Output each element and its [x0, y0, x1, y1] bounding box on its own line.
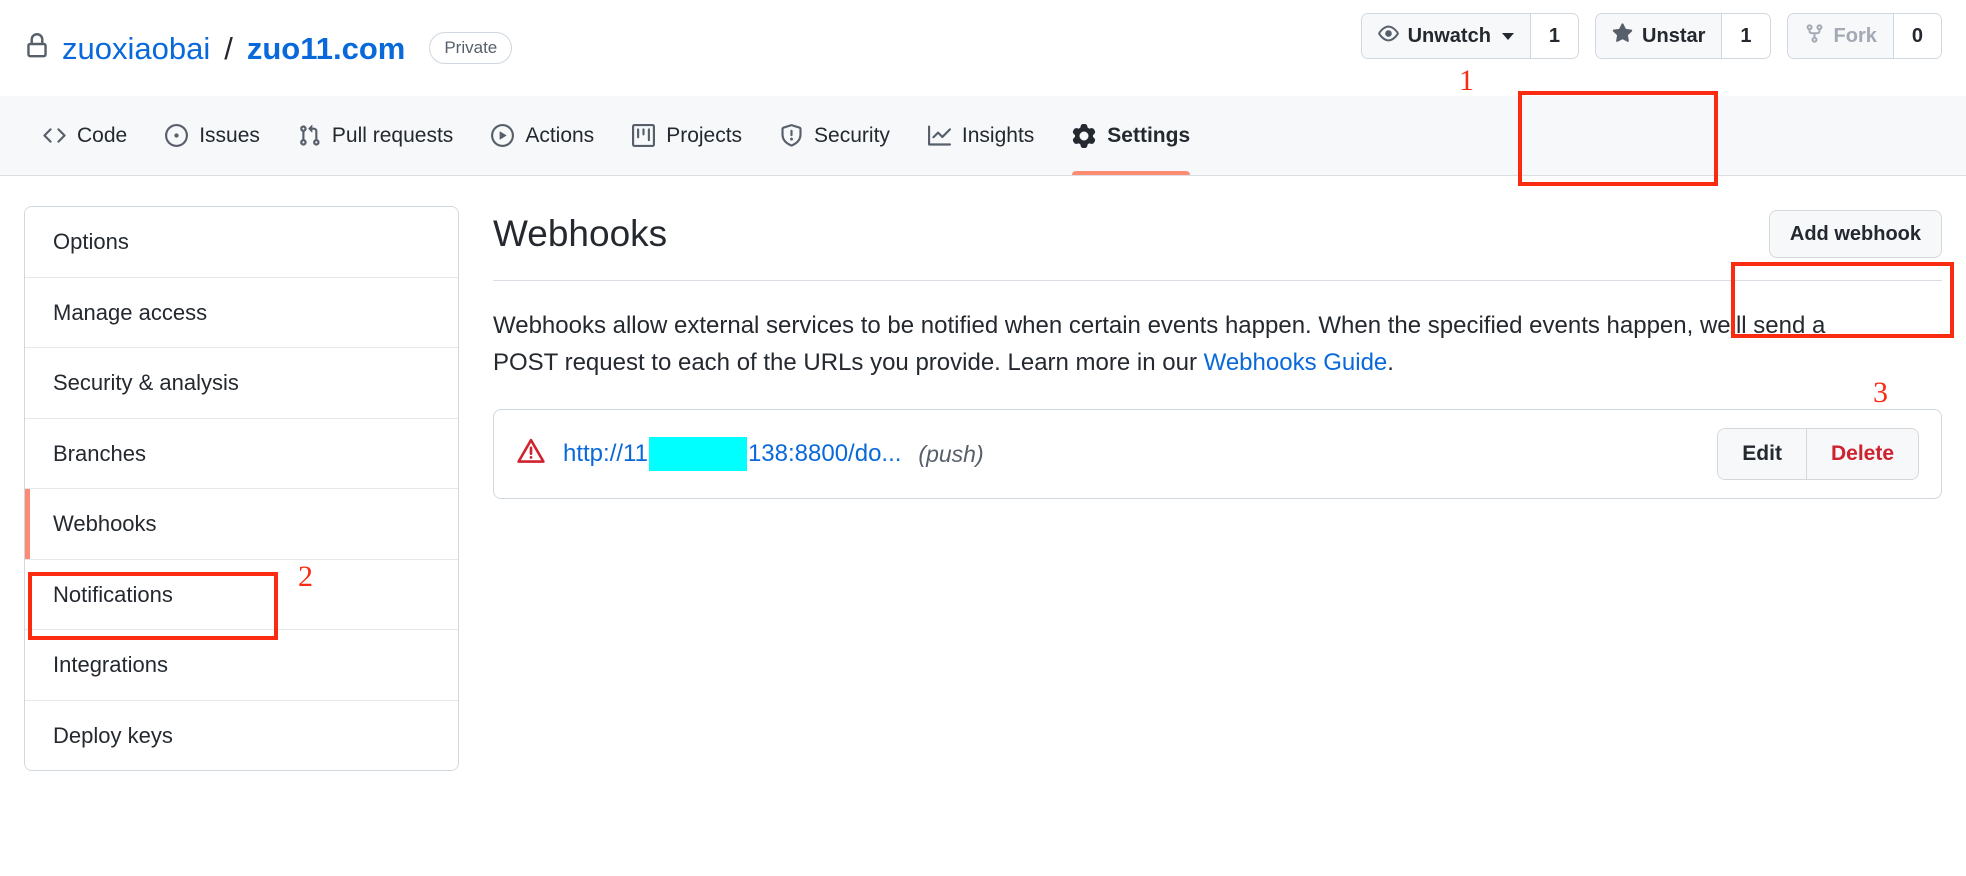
annotation-number-2: 2 [298, 560, 313, 593]
sidebar-item-manage-access[interactable]: Manage access [25, 277, 458, 348]
sidebar-item-deploy-keys[interactable]: Deploy keys [25, 700, 458, 770]
repo-owner-link[interactable]: zuoxiaobai [62, 33, 210, 64]
gear-icon [1072, 123, 1096, 148]
visibility-badge: Private [429, 31, 513, 65]
repo-nav: Code Issues Pull requests Actions Projec [0, 96, 1966, 176]
webhooks-description-tail: . [1387, 349, 1394, 377]
page-body: Options Manage access Security & analysi… [0, 176, 1966, 771]
alert-triangle-icon [516, 436, 546, 473]
fork-button-group[interactable]: Fork 0 [1786, 13, 1942, 59]
webhook-url-prefix: http://11 [563, 440, 648, 468]
sidebar-item-notifications[interactable]: Notifications [25, 559, 458, 630]
nav-tab-actions[interactable]: Actions [472, 96, 613, 175]
nav-tab-insights-label: Insights [961, 124, 1035, 147]
unstar-label: Unstar [1642, 24, 1706, 47]
nav-tab-issues-label: Issues [199, 124, 260, 147]
redaction-block [648, 437, 747, 472]
play-icon [491, 124, 515, 147]
star-count[interactable]: 1 [1721, 14, 1770, 58]
watch-count[interactable]: 1 [1529, 14, 1579, 58]
graph-icon [927, 124, 951, 147]
sidebar-item-webhooks[interactable]: Webhooks [25, 489, 458, 560]
nav-tab-pull-requests-label: Pull requests [331, 124, 454, 147]
fork-count[interactable]: 0 [1892, 14, 1941, 58]
lock-icon [24, 31, 50, 66]
unwatch-button[interactable]: Unwatch [1361, 14, 1530, 58]
code-icon [43, 124, 66, 147]
page-title: Webhooks [493, 212, 668, 254]
webhooks-description: Webhooks allow external services to be n… [493, 307, 1893, 381]
webhook-list-item: http://11 138:8800/do... (push) Edit Dele… [493, 409, 1942, 499]
nav-tab-security[interactable]: Security [761, 96, 909, 175]
unwatch-label: Unwatch [1407, 24, 1491, 47]
main-content: Webhooks Add webhook Webhooks allow exte… [493, 206, 1942, 771]
webhooks-guide-link[interactable]: Webhooks Guide [1204, 349, 1388, 376]
delete-webhook-button[interactable]: Delete [1805, 429, 1918, 479]
repo-forked-icon [1804, 23, 1825, 50]
fork-button[interactable]: Fork [1787, 14, 1893, 58]
annotation-number-1: 1 [1459, 64, 1474, 97]
settings-sidebar: Options Manage access Security & analysi… [24, 206, 459, 771]
repo-header: zuoxiaobai / zuo11.com Private Unwatch 1 [0, 0, 1966, 96]
edit-webhook-button[interactable]: Edit [1718, 429, 1806, 479]
nav-tab-projects-label: Projects [666, 124, 743, 147]
star-fill-icon [1612, 22, 1633, 50]
sidebar-item-security-analysis[interactable]: Security & analysis [25, 348, 458, 419]
nav-tab-settings[interactable]: Settings [1053, 96, 1209, 175]
git-pull-request-icon [298, 124, 321, 147]
header-actions: Unwatch 1 Unstar 1 Fork 0 [1360, 13, 1942, 59]
nav-tab-code-label: Code [77, 124, 128, 147]
star-button-group[interactable]: Unstar 1 [1595, 13, 1771, 59]
eye-icon [1377, 23, 1399, 50]
nav-tab-actions-label: Actions [525, 124, 595, 147]
project-icon [632, 124, 656, 147]
webhook-url-suffix: 138:8800/do... [747, 440, 902, 468]
webhook-info: http://11 138:8800/do... (push) [516, 436, 984, 473]
sidebar-item-options[interactable]: Options [25, 207, 458, 278]
shield-icon [780, 124, 803, 147]
annotation-number-3: 3 [1873, 376, 1888, 409]
webhook-actions: Edit Delete [1717, 428, 1919, 480]
webhook-url-link[interactable]: http://11 138:8800/do... [563, 437, 902, 472]
nav-tab-insights[interactable]: Insights [909, 96, 1053, 175]
issue-opened-icon [165, 124, 189, 147]
watch-button-group[interactable]: Unwatch 1 [1360, 13, 1580, 59]
repo-nav-list: Code Issues Pull requests Actions Projec [24, 96, 1209, 175]
repo-title: zuoxiaobai / zuo11.com Private [24, 30, 513, 66]
webhooks-header: Webhooks Add webhook [493, 210, 1942, 281]
repo-name-link[interactable]: zuo11.com [247, 33, 406, 64]
add-webhook-button[interactable]: Add webhook [1768, 210, 1942, 258]
webhook-event-label: (push) [918, 440, 984, 467]
webhooks-description-text: Webhooks allow external services to be n… [493, 312, 1826, 377]
nav-tab-settings-label: Settings [1107, 124, 1191, 147]
nav-tab-issues[interactable]: Issues [146, 96, 279, 175]
chevron-down-icon[interactable] [1501, 32, 1514, 40]
nav-tab-projects[interactable]: Projects [613, 96, 761, 175]
repo-separator: / [224, 30, 233, 66]
nav-tab-pull-requests[interactable]: Pull requests [279, 96, 472, 175]
sidebar-item-integrations[interactable]: Integrations [25, 630, 458, 701]
unstar-button[interactable]: Unstar [1596, 14, 1722, 58]
nav-tab-code[interactable]: Code [24, 96, 146, 175]
nav-tab-security-label: Security [814, 124, 890, 147]
fork-label: Fork [1833, 24, 1877, 47]
sidebar-item-branches[interactable]: Branches [25, 418, 458, 489]
